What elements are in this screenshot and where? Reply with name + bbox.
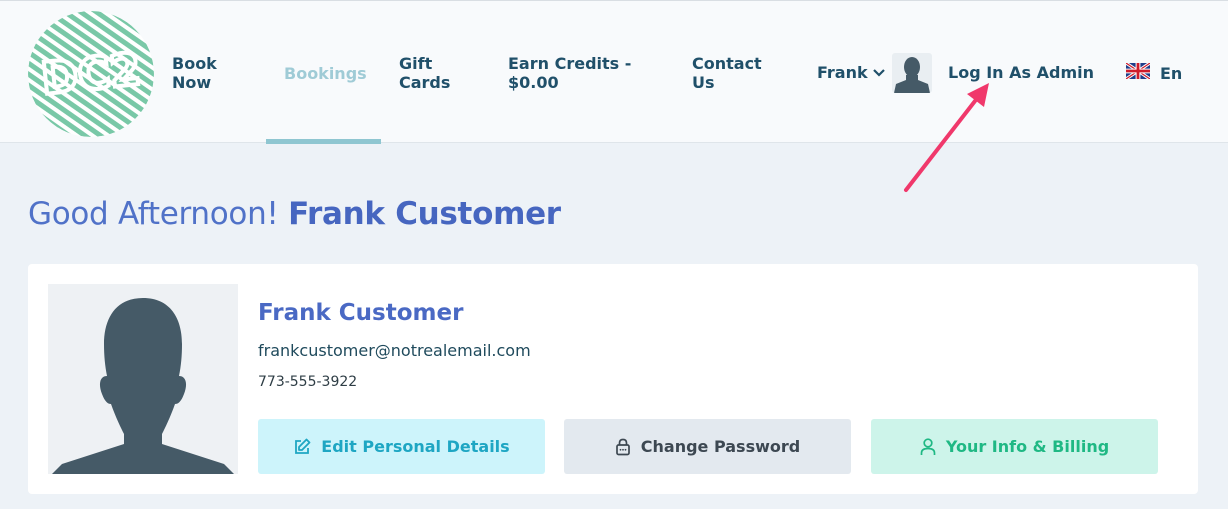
user-menu-label: Frank <box>817 63 868 82</box>
profile-card: Frank Customer frankcustomer@notrealemai… <box>28 264 1198 494</box>
nav-book-now-line2: Now <box>172 73 212 92</box>
profile-avatar-icon <box>48 284 238 474</box>
uk-flag-icon <box>1125 61 1151 83</box>
chevron-down-icon <box>872 63 886 82</box>
nav-book-now[interactable]: Book Now <box>172 54 217 92</box>
lock-icon <box>615 438 631 456</box>
nav-earn-credits-line2: $0.00 <box>508 73 559 92</box>
greeting-heading: Good Afternoon! Frank Customer <box>28 196 561 232</box>
nav-contact-us-line2: Us <box>692 73 715 92</box>
nav-earn-credits-line1: Earn Credits - <box>508 54 632 73</box>
annotation-arrow-icon <box>904 83 989 192</box>
user-menu-dropdown[interactable]: Frank <box>817 63 886 82</box>
profile-name: Frank Customer <box>258 300 464 326</box>
your-info-billing-button[interactable]: Your Info & Billing <box>871 419 1158 474</box>
language-selector[interactable]: En <box>1125 61 1183 83</box>
nav-book-now-line1: Book <box>172 54 217 73</box>
change-password-button[interactable]: Change Password <box>564 419 851 474</box>
edit-icon <box>293 438 311 456</box>
top-nav-bar: DC2 Book Now Bookings Gift Cards Earn Cr… <box>0 0 1228 144</box>
greeting-prefix: Good Afternoon! <box>28 196 279 232</box>
nav-earn-credits[interactable]: Earn Credits - $0.00 <box>508 54 631 92</box>
nav-gift-cards-line1: Gift <box>399 54 433 73</box>
dc2-logo[interactable]: DC2 <box>28 11 154 137</box>
edit-personal-details-label: Edit Personal Details <box>321 437 510 456</box>
profile-phone: 773-555-3922 <box>258 374 358 390</box>
nav-contact-us-line1: Contact <box>692 54 762 73</box>
edit-personal-details-button[interactable]: Edit Personal Details <box>258 419 545 474</box>
nav-gift-cards[interactable]: Gift Cards <box>399 54 450 92</box>
nav-bookings[interactable]: Bookings <box>284 64 367 83</box>
user-icon <box>920 437 936 456</box>
profile-email: frankcustomer@notrealemail.com <box>258 341 531 360</box>
nav-gift-cards-line2: Cards <box>399 73 451 92</box>
greeting-name: Frank Customer <box>288 196 561 232</box>
your-info-billing-label: Your Info & Billing <box>945 437 1110 456</box>
svg-text:DC2: DC2 <box>39 44 143 105</box>
nav-contact-us[interactable]: Contact Us <box>692 54 762 92</box>
language-label: En <box>1160 63 1183 83</box>
active-tab-indicator <box>266 139 381 144</box>
change-password-label: Change Password <box>640 437 801 456</box>
